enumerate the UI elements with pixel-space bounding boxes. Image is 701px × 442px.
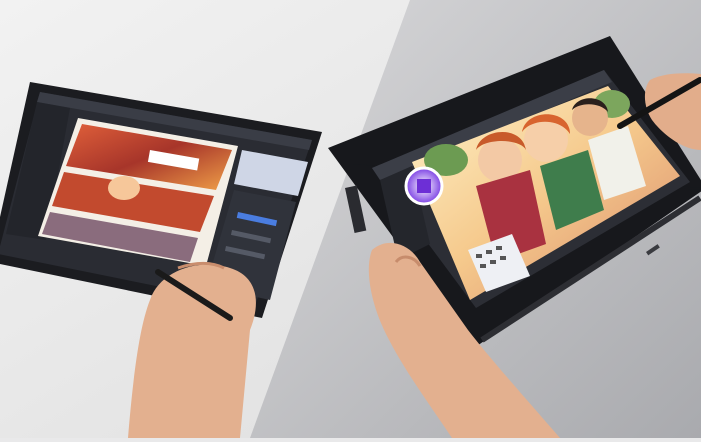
photo-svg — [0, 0, 701, 438]
comic-face — [108, 176, 140, 200]
color-swatch-icon — [417, 179, 431, 193]
photo-scene — [0, 0, 701, 438]
